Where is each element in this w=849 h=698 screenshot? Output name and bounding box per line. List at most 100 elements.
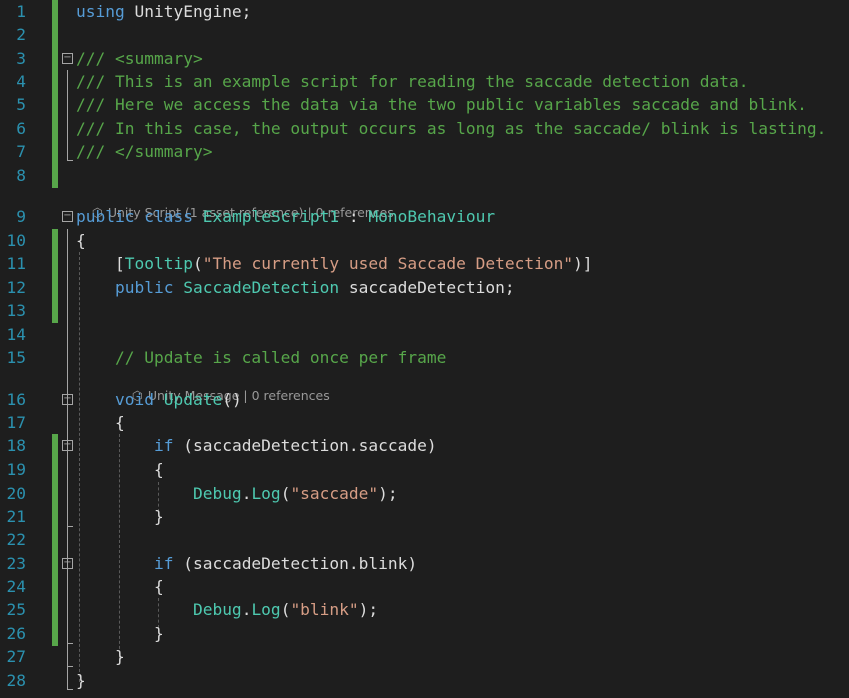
- code-line[interactable]: 8: [0, 164, 849, 188]
- code-text[interactable]: void Update(): [76, 388, 242, 412]
- line-number: 16: [6, 390, 27, 409]
- change-marker: [52, 622, 58, 646]
- code-text[interactable]: }: [76, 645, 125, 669]
- code-text[interactable]: [Tooltip("The currently used Saccade Det…: [76, 252, 593, 276]
- code-line[interactable]: 25 Debug.Log("blink");: [0, 598, 849, 622]
- code-token: Tooltip: [124, 254, 193, 273]
- code-editor[interactable]: ⬡ Unity Script (1 asset reference) | 0 re…: [0, 0, 849, 698]
- collapse-icon[interactable]: −: [62, 558, 73, 569]
- code-line[interactable]: 17 {: [0, 411, 849, 435]
- code-token: // Update is called once per frame: [114, 348, 447, 367]
- code-line[interactable]: 28}: [0, 669, 849, 693]
- code-text[interactable]: public class ExampleScript1 : MonoBehavi…: [76, 205, 495, 229]
- line-number: 22: [6, 530, 27, 549]
- code-token: .: [241, 484, 252, 503]
- code-line[interactable]: 14: [0, 323, 849, 347]
- code-line[interactable]: 7 /// </summary>: [0, 140, 849, 164]
- line-number: 10: [6, 231, 27, 250]
- collapse-icon[interactable]: −: [62, 394, 73, 405]
- code-text[interactable]: /// Here we access the data via the two …: [76, 93, 807, 117]
- code-line[interactable]: 19 {: [0, 458, 849, 482]
- line-number: 26: [6, 624, 27, 643]
- code-token: (saccadeDetection.saccade): [173, 436, 437, 455]
- line-number: 14: [6, 325, 27, 344]
- code-line[interactable]: 16 − void Update(): [0, 388, 849, 412]
- code-text[interactable]: {: [76, 575, 164, 599]
- change-marker: [52, 93, 58, 117]
- code-token: :: [339, 207, 369, 226]
- code-line[interactable]: 11 [Tooltip("The currently used Saccade …: [0, 252, 849, 276]
- code-line[interactable]: 20 Debug.Log("saccade");: [0, 482, 849, 506]
- code-token: {: [76, 231, 86, 250]
- line-number: 5: [16, 95, 26, 114]
- code-line[interactable]: 22: [0, 528, 849, 552]
- line-number: 9: [16, 207, 26, 226]
- collapse-icon[interactable]: −: [62, 53, 73, 64]
- code-text[interactable]: {: [76, 229, 86, 253]
- code-token: "blink": [290, 600, 359, 619]
- code-line[interactable]: 10 {: [0, 229, 849, 253]
- code-token: MonoBehaviour: [368, 207, 496, 226]
- code-line[interactable]: 23 − if (saccadeDetection.blink): [0, 552, 849, 576]
- code-line[interactable]: 21 }: [0, 505, 849, 529]
- code-text[interactable]: Debug.Log("blink");: [76, 598, 378, 622]
- code-text[interactable]: {: [76, 411, 125, 435]
- change-marker: [52, 252, 58, 276]
- line-number: 3: [16, 49, 26, 68]
- code-text[interactable]: /// In this case, the output occurs as l…: [76, 117, 826, 141]
- change-marker: [52, 505, 58, 529]
- code-text[interactable]: /// This is an example script for readin…: [76, 70, 748, 94]
- code-token: public: [114, 278, 174, 297]
- code-token: using: [76, 2, 125, 21]
- code-line[interactable]: 4 /// This is an example script for readi…: [0, 70, 849, 94]
- code-text[interactable]: }: [76, 622, 164, 646]
- code-line[interactable]: 2: [0, 23, 849, 47]
- code-token: SaccadeDetection: [183, 278, 340, 297]
- code-text[interactable]: // Update is called once per frame: [76, 346, 446, 370]
- code-token: }: [76, 647, 125, 666]
- line-number: 18: [6, 436, 27, 455]
- change-marker: [52, 70, 58, 94]
- code-text[interactable]: if (saccadeDetection.saccade): [76, 434, 437, 458]
- code-line[interactable]: 6 /// In this case, the output occurs as …: [0, 117, 849, 141]
- code-text[interactable]: public SaccadeDetection saccadeDetection…: [76, 276, 515, 300]
- code-line[interactable]: 5 /// Here we access the data via the two…: [0, 93, 849, 117]
- code-text[interactable]: /// <summary>: [76, 47, 203, 71]
- code-token: Debug: [192, 600, 242, 619]
- code-text[interactable]: {: [76, 458, 164, 482]
- code-line[interactable]: 26 }: [0, 622, 849, 646]
- code-token: {: [76, 460, 164, 479]
- code-line[interactable]: 24 {: [0, 575, 849, 599]
- code-text[interactable]: }: [76, 669, 86, 693]
- code-text[interactable]: Debug.Log("saccade");: [76, 482, 398, 506]
- code-text[interactable]: using UnityEngine;: [76, 0, 251, 24]
- code-line[interactable]: 27 }: [0, 645, 849, 669]
- code-line[interactable]: 9 − public class ExampleScript1 : MonoBeha…: [0, 205, 849, 229]
- change-marker: [52, 164, 58, 188]
- line-number: 8: [16, 166, 26, 185]
- code-line[interactable]: 1 using UnityEngine;: [0, 0, 849, 24]
- code-token: {: [76, 413, 125, 432]
- code-token: .: [241, 600, 252, 619]
- code-token: (: [280, 484, 291, 503]
- line-number: 28: [6, 671, 27, 690]
- code-token: /// <summary>: [76, 49, 203, 68]
- code-line[interactable]: 12 public SaccadeDetection saccadeDetect…: [0, 276, 849, 300]
- code-token: );: [378, 484, 398, 503]
- code-text[interactable]: }: [76, 505, 164, 529]
- collapse-icon[interactable]: −: [62, 211, 73, 222]
- code-line[interactable]: 13: [0, 299, 849, 323]
- code-text[interactable]: /// </summary>: [76, 140, 212, 164]
- line-number: 24: [6, 577, 27, 596]
- code-token: class: [144, 207, 193, 226]
- collapse-icon[interactable]: −: [62, 440, 73, 451]
- code-line[interactable]: 3 −/// <summary>: [0, 47, 849, 71]
- change-marker: [52, 0, 58, 24]
- code-line[interactable]: 15 // Update is called once per frame: [0, 346, 849, 370]
- code-text[interactable]: if (saccadeDetection.blink): [76, 552, 417, 576]
- line-number: 20: [6, 484, 27, 503]
- code-line[interactable]: 18 − if (saccadeDetection.saccade): [0, 434, 849, 458]
